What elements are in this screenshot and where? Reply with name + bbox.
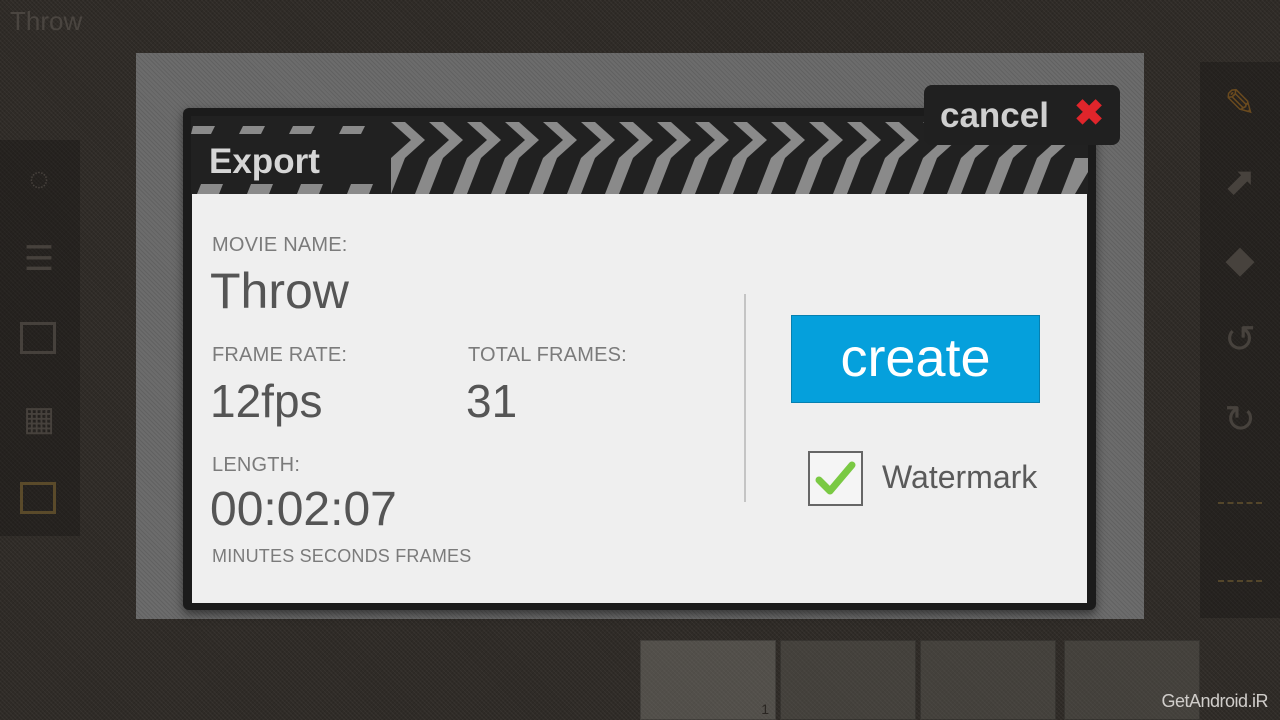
redo-icon[interactable]: ↻ — [1218, 398, 1262, 442]
create-button[interactable]: create — [791, 315, 1040, 403]
length-label: LENGTH: — [212, 454, 301, 476]
left-toolbar: ◌ ☰ ▦ — [0, 140, 80, 536]
eraser-icon[interactable]: ◆ — [1218, 238, 1262, 282]
length-units: MINUTES SECONDS FRAMES — [212, 546, 472, 566]
film-frame[interactable]: 1 — [640, 640, 776, 720]
toolbar-divider — [1218, 580, 1262, 582]
total-frames-value: 31 — [466, 375, 518, 427]
total-frames-label: TOTAL FRAMES: — [468, 344, 627, 366]
film-frame[interactable] — [920, 640, 1056, 720]
export-dialog: Export MOVIE NAME: Throw FRAME RATE: 12f… — [183, 108, 1096, 610]
frame-rate-value: 12fps — [210, 375, 323, 427]
section-divider — [744, 294, 746, 502]
watermark-checkbox[interactable] — [808, 451, 863, 506]
undo-icon[interactable]: ↺ — [1218, 318, 1262, 362]
length-value: 00:02:07 — [210, 483, 397, 536]
film-frame[interactable] — [780, 640, 916, 720]
right-toolbar: ✎ ⬈ ◆ ↺ ↻ — [1200, 62, 1280, 618]
layers-icon[interactable]: ☰ — [14, 236, 64, 282]
play-icon[interactable] — [14, 316, 64, 362]
movie-name-value: Throw — [210, 263, 349, 319]
close-x-icon: ✖ — [1074, 92, 1105, 133]
checkmark-icon — [815, 461, 856, 495]
cancel-label: cancel — [940, 96, 1049, 135]
pencil-icon[interactable]: ✎ — [1218, 82, 1262, 126]
watermark-label: Watermark — [882, 459, 1038, 495]
cancel-button[interactable]: cancel ✖ — [924, 85, 1120, 145]
toolbar-divider — [1218, 502, 1262, 504]
onion-skin-icon[interactable]: ◌ — [14, 156, 64, 202]
frames-icon[interactable]: ▦ — [14, 396, 64, 442]
background-icon[interactable] — [14, 476, 64, 522]
dialog-title: Export — [209, 142, 320, 181]
fill-bucket-icon[interactable]: ⬈ — [1218, 160, 1262, 204]
film-frame-number: 1 — [761, 701, 769, 717]
movie-name-label: MOVIE NAME: — [212, 234, 348, 256]
watermark-text: GetAndroid.iR — [1161, 691, 1268, 711]
app-title: Throw — [10, 6, 83, 36]
dialog-body: MOVIE NAME: Throw FRAME RATE: 12fps TOTA… — [192, 194, 1087, 603]
frame-rate-label: FRAME RATE: — [212, 344, 348, 366]
